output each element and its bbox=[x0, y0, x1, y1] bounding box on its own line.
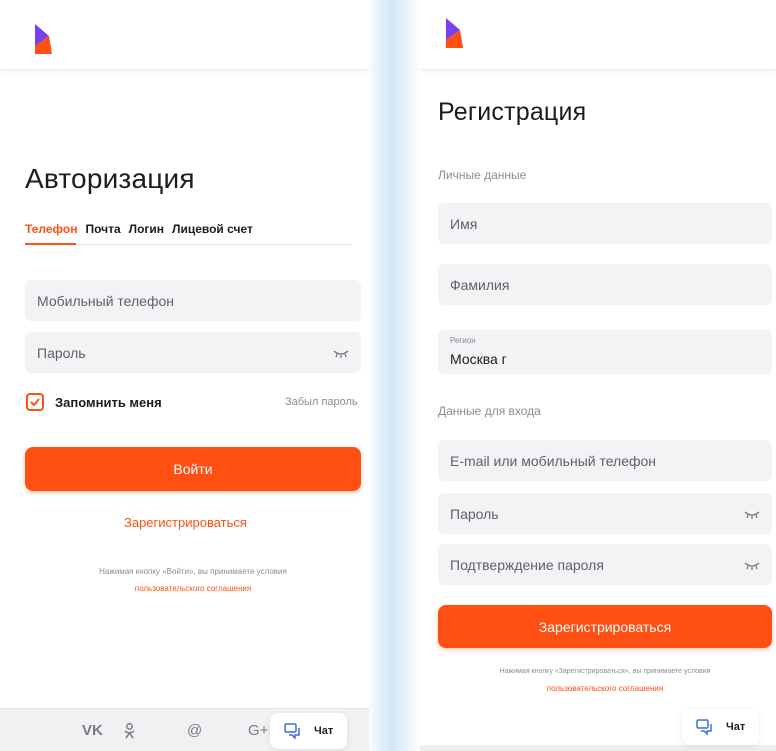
password-input-placeholder: Пароль bbox=[37, 344, 86, 361]
bottom-strip bbox=[420, 745, 776, 751]
checkmark-icon bbox=[30, 398, 40, 407]
tab-login[interactable]: Логин bbox=[129, 222, 164, 236]
registration-header bbox=[420, 0, 776, 70]
email-at-icon[interactable]: @ bbox=[187, 722, 202, 739]
terms-note: Нажимая кнопку «Зарегистрироваться», вы … bbox=[499, 668, 711, 675]
tab-phone[interactable]: Телефон bbox=[25, 222, 77, 236]
last-name-input[interactable]: Фамилия bbox=[438, 264, 772, 305]
page-title: Регистрация bbox=[438, 98, 587, 126]
login-header bbox=[0, 0, 369, 70]
password-input[interactable]: Пароль bbox=[25, 332, 361, 373]
password-placeholder: Пароль bbox=[450, 505, 499, 522]
login-button-label: Войти bbox=[173, 461, 213, 477]
tab-email[interactable]: Почта bbox=[85, 222, 120, 236]
terms-link[interactable]: пользовательского соглашения bbox=[438, 684, 772, 693]
chat-bubble-icon bbox=[284, 723, 300, 739]
chat-bubble-icon bbox=[696, 719, 712, 735]
login-button[interactable]: Войти bbox=[25, 447, 361, 491]
chat-label: Чат bbox=[726, 721, 746, 733]
odnoklassniki-icon[interactable] bbox=[124, 722, 135, 744]
last-name-placeholder: Фамилия bbox=[450, 276, 510, 293]
register-button[interactable]: Зарегистрироваться bbox=[438, 605, 772, 648]
contact-input[interactable]: E-mail или мобильный телефон bbox=[438, 440, 772, 481]
brand-logo-icon[interactable] bbox=[442, 18, 464, 48]
tab-account[interactable]: Лицевой счет bbox=[172, 222, 253, 236]
login-screen: Авторизация Телефон Почта Логин Лицевой … bbox=[0, 0, 369, 751]
remember-me-label[interactable]: Запомнить меня bbox=[55, 395, 162, 410]
login-data-section-label: Данные для входа bbox=[438, 404, 541, 418]
phone-input-placeholder: Мобильный телефон bbox=[37, 292, 174, 309]
contact-placeholder: E-mail или мобильный телефон bbox=[450, 452, 657, 469]
show-password-icon[interactable] bbox=[333, 348, 349, 358]
register-link[interactable]: Зарегистрироваться bbox=[124, 515, 247, 530]
phone-input[interactable]: Мобильный телефон bbox=[25, 280, 361, 321]
first-name-input[interactable]: Имя bbox=[438, 203, 772, 244]
region-select[interactable]: Регион Москва г bbox=[438, 330, 772, 374]
terms-link[interactable]: пользовательского соглашения bbox=[25, 584, 361, 593]
region-value: Москва г bbox=[450, 351, 507, 367]
google-plus-icon[interactable]: G+ bbox=[248, 722, 268, 739]
register-button-label: Зарегистрироваться bbox=[538, 618, 672, 635]
forgot-password-link[interactable]: Забыл пароль bbox=[285, 396, 358, 408]
brand-logo-icon[interactable] bbox=[31, 24, 53, 54]
password-confirm-placeholder: Подтверждение пароля bbox=[450, 556, 604, 573]
show-password-confirm-icon[interactable] bbox=[744, 560, 760, 570]
first-name-placeholder: Имя bbox=[450, 215, 478, 232]
registration-screen: Регистрация Личные данные Имя Фамилия Ре… bbox=[420, 0, 776, 751]
vk-icon[interactable]: VK bbox=[82, 722, 103, 739]
remember-me-checkbox[interactable] bbox=[26, 393, 44, 411]
page-title: Авторизация bbox=[25, 163, 195, 194]
panel-divider bbox=[366, 0, 422, 751]
password-confirm-input[interactable]: Подтверждение пароля bbox=[438, 544, 772, 585]
active-tab-indicator bbox=[25, 243, 76, 245]
chat-label: Чат bbox=[314, 725, 334, 737]
password-input[interactable]: Пароль bbox=[438, 493, 772, 534]
chat-button[interactable]: Чат bbox=[270, 713, 348, 749]
show-password-icon[interactable] bbox=[744, 509, 760, 519]
region-label: Регион bbox=[450, 336, 476, 345]
personal-data-section-label: Личные данные bbox=[438, 168, 527, 182]
terms-note: Нажимая кнопку «Войти», вы принимаете ус… bbox=[99, 567, 287, 576]
login-method-tabs: Телефон Почта Логин Лицевой счет bbox=[25, 222, 253, 236]
chat-button[interactable]: Чат bbox=[682, 709, 760, 745]
